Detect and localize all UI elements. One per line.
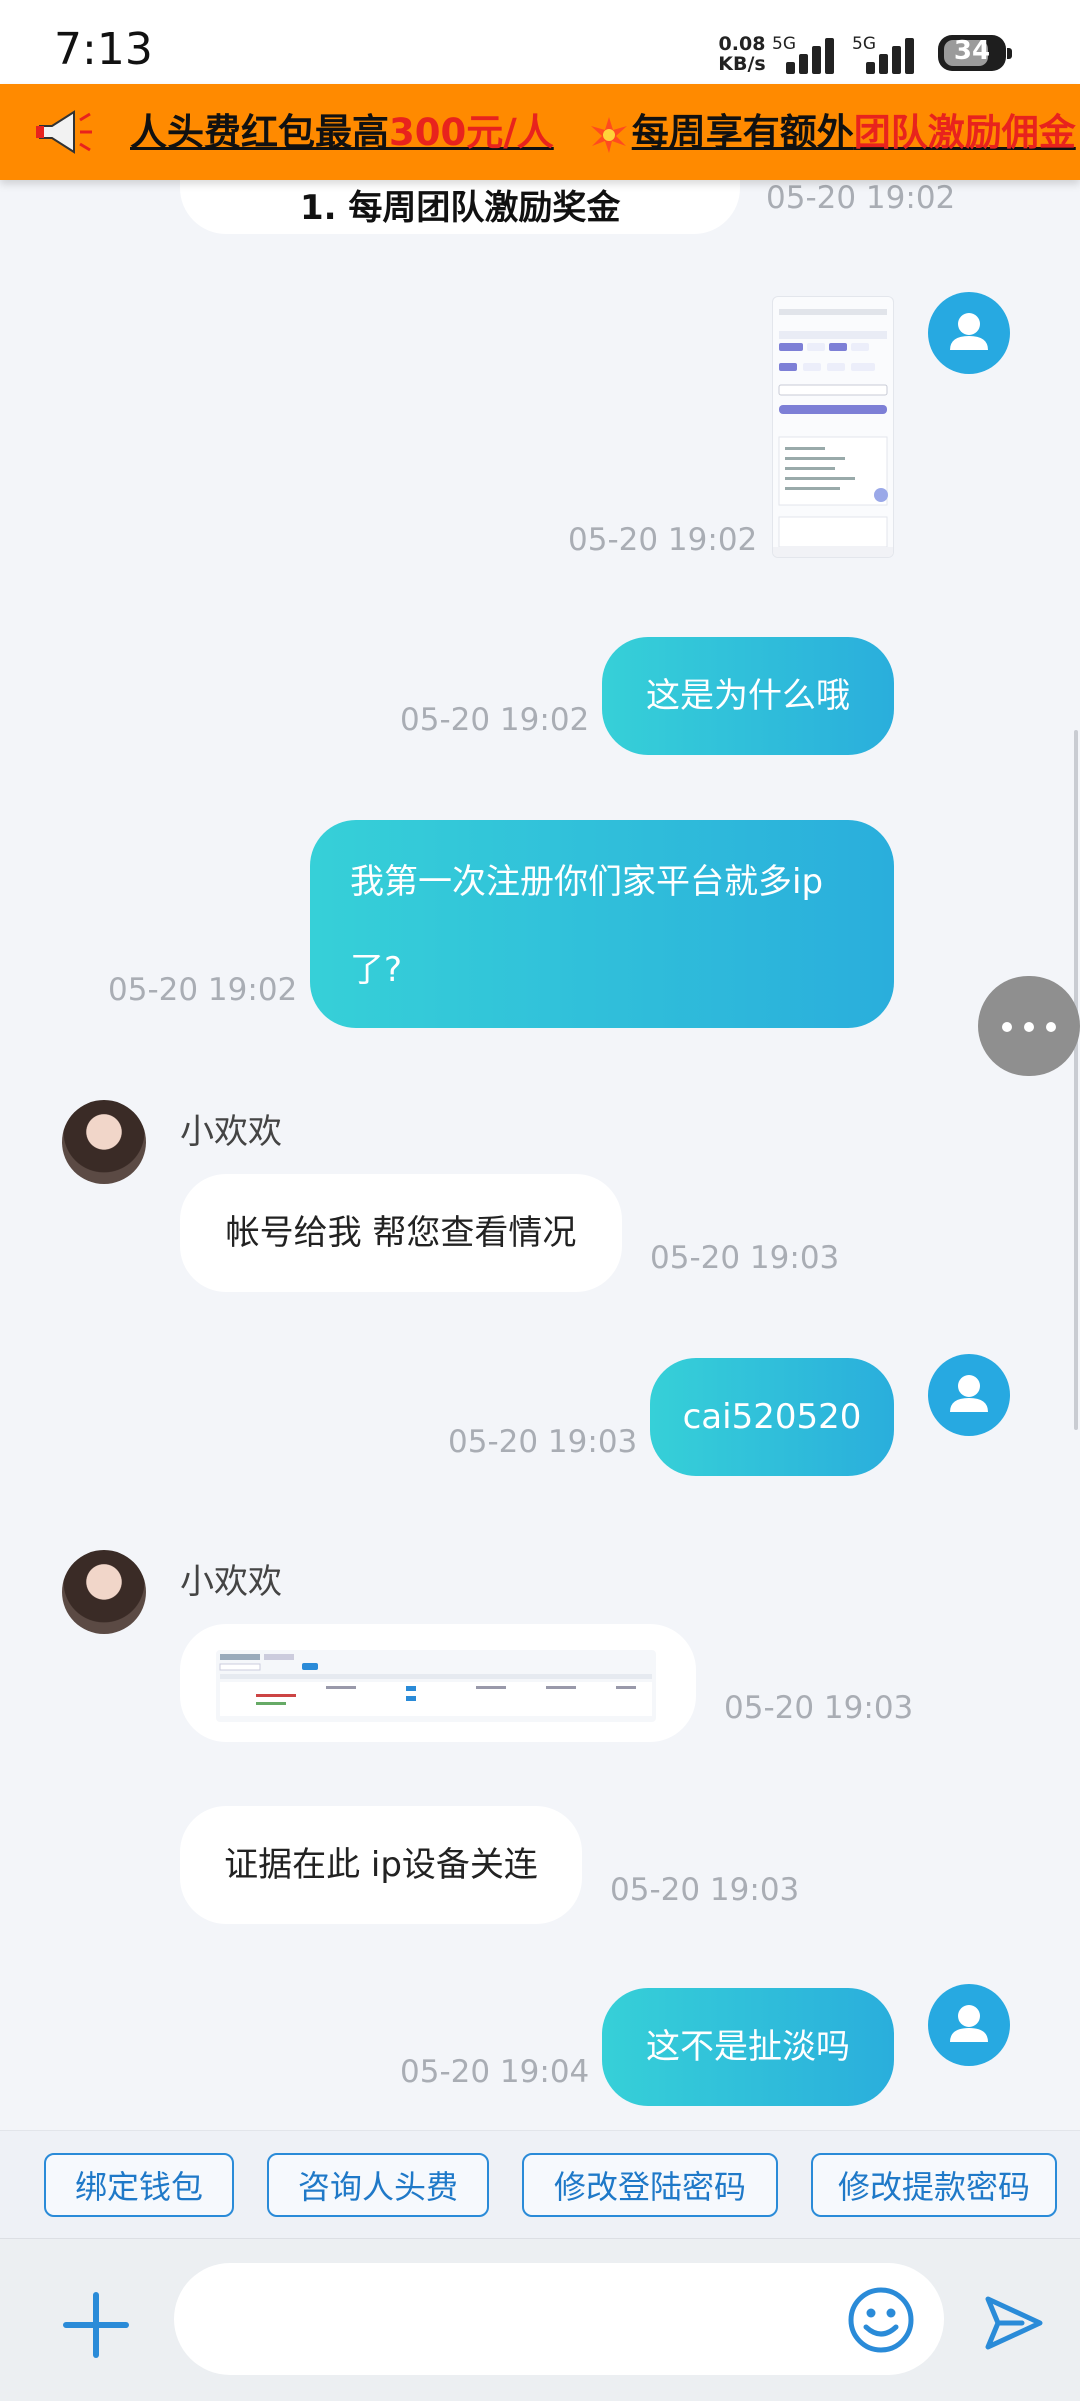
message-text: cai520520 bbox=[682, 1397, 862, 1437]
message-input[interactable] bbox=[174, 2263, 944, 2375]
network-speed: 0.08 KB/s bbox=[718, 34, 766, 74]
message-text: 1. 每周团队激励奖金 bbox=[300, 188, 621, 228]
message-time: 05-20 19:02 bbox=[766, 180, 956, 216]
image-content bbox=[773, 309, 893, 557]
message-bubble-outgoing: cai520520 bbox=[650, 1358, 894, 1476]
message-time: 05-20 19:03 bbox=[724, 1690, 914, 1726]
send-icon[interactable] bbox=[982, 2291, 1046, 2355]
change-login-password-button[interactable]: 修改登陆密码 bbox=[522, 2153, 778, 2217]
user-avatar bbox=[928, 1354, 1010, 1436]
announcement-banner[interactable]: 人头费红包最高300元/人 每周享有额外团队激励佣金 bbox=[0, 84, 1080, 180]
scrollbar[interactable] bbox=[1074, 730, 1078, 1430]
user-icon bbox=[950, 313, 988, 350]
bind-wallet-button[interactable]: 绑定钱包 bbox=[44, 2153, 234, 2217]
status-bar: 7:13 0.08 KB/s 5G 5G 34 bbox=[0, 0, 1080, 84]
megaphone-icon bbox=[36, 110, 92, 154]
message-time: 05-20 19:03 bbox=[650, 1240, 840, 1276]
message-bubble-incoming bbox=[180, 1624, 696, 1742]
image-content bbox=[219, 1654, 652, 1716]
message-text: 这不是扯淡吗 bbox=[646, 2027, 850, 2067]
message-bubble-incoming: 帐号给我 帮您查看情况 bbox=[180, 1174, 622, 1292]
user-icon bbox=[950, 2005, 988, 2042]
agent-avatar bbox=[62, 1550, 146, 1634]
message-bubble-outgoing: 这是为什么哦 bbox=[602, 637, 894, 755]
signal-label: 5G bbox=[852, 34, 876, 54]
signal-icon: 5G bbox=[852, 34, 922, 74]
user-icon bbox=[950, 1375, 988, 1412]
sparkle-icon bbox=[590, 116, 627, 153]
message-time: 05-20 19:02 bbox=[108, 972, 298, 1008]
message-image-screenshot[interactable] bbox=[772, 296, 894, 558]
composer-bar bbox=[0, 2238, 1080, 2401]
chat-area[interactable]: 1. 每周团队激励奖金 05-20 19:02 05-20 19:02 这是为什… bbox=[0, 180, 1080, 2130]
message-time: 05-20 19:03 bbox=[610, 1872, 800, 1908]
emoji-icon[interactable] bbox=[846, 2285, 916, 2355]
message-time: 05-20 19:03 bbox=[448, 1424, 638, 1460]
more-button[interactable] bbox=[978, 976, 1080, 1076]
battery-icon: 34 bbox=[938, 35, 1006, 71]
message-bubble-outgoing: 这不是扯淡吗 bbox=[602, 1988, 894, 2106]
message-text: 这是为什么哦 bbox=[646, 676, 850, 716]
user-avatar bbox=[928, 292, 1010, 374]
network-speed-unit: KB/s bbox=[718, 53, 766, 75]
battery-level: 34 bbox=[953, 36, 991, 66]
sender-name: 小欢欢 bbox=[180, 1562, 282, 1602]
message-time: 05-20 19:04 bbox=[400, 2054, 590, 2090]
announcement-part1: 人头费红包最高 bbox=[130, 111, 389, 154]
announcement-highlight: 300元/人 bbox=[389, 111, 554, 154]
message-bubble-incoming: 证据在此 ip设备关连 bbox=[180, 1806, 582, 1924]
plus-icon[interactable] bbox=[60, 2289, 132, 2361]
status-time: 7:13 bbox=[54, 24, 153, 75]
message-text: 帐号给我 帮您查看情况 bbox=[225, 1213, 577, 1253]
announcement-part2: 每周享有额外 bbox=[631, 111, 854, 154]
network-speed-value: 0.08 bbox=[718, 33, 766, 55]
message-time: 05-20 19:02 bbox=[568, 522, 758, 558]
announcement-highlight: 团队激励佣金 bbox=[853, 111, 1076, 154]
sender-name: 小欢欢 bbox=[180, 1112, 282, 1152]
message-text-line1: 我第一次注册你们家平台就多ip bbox=[350, 862, 824, 902]
message-text: 证据在此 ip设备关连 bbox=[224, 1845, 538, 1885]
message-bubble-incoming: 1. 每周团队激励奖金 bbox=[180, 180, 740, 234]
message-bubble-outgoing: 我第一次注册你们家平台就多ip 了? bbox=[310, 820, 894, 1028]
message-text-line2: 了? bbox=[350, 950, 403, 990]
change-withdraw-password-button[interactable]: 修改提款密码 bbox=[811, 2153, 1057, 2217]
message-image-table[interactable] bbox=[216, 1650, 656, 1722]
message-time: 05-20 19:02 bbox=[400, 702, 590, 738]
agent-avatar bbox=[62, 1100, 146, 1184]
signal-label: 5G bbox=[772, 34, 796, 54]
consult-fee-button[interactable]: 咨询人头费 bbox=[267, 2153, 489, 2217]
signal-icon: 5G bbox=[772, 34, 842, 74]
announcement-text: 人头费红包最高300元/人 每周享有额外团队激励佣金 bbox=[130, 102, 1076, 156]
quick-actions-bar: 绑定钱包 咨询人头费 修改登陆密码 修改提款密码 bbox=[0, 2130, 1080, 2239]
user-avatar bbox=[928, 1984, 1010, 2066]
